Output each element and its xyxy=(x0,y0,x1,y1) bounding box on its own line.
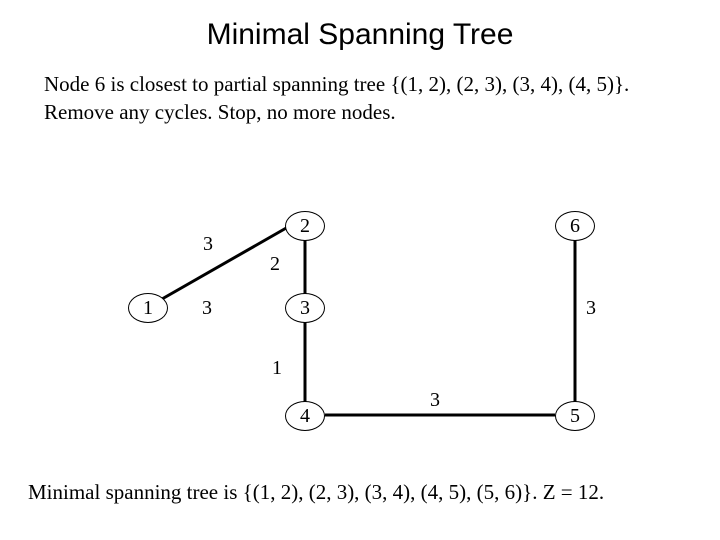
edge-weight-1-3: 3 xyxy=(202,297,212,320)
graph-node-4: 4 xyxy=(285,401,325,431)
edge-weight-5-6: 3 xyxy=(586,297,596,320)
edge-weight-4-5: 3 xyxy=(430,389,440,412)
edge-weight-2-3: 2 xyxy=(270,253,280,276)
graph-node-2: 2 xyxy=(285,211,325,241)
graph-node-6: 6 xyxy=(555,211,595,241)
graph-node-3: 3 xyxy=(285,293,325,323)
graph-canvas: 1 2 3 4 5 6 3 2 1 3 3 3 xyxy=(0,195,720,475)
description-text: Node 6 is closest to partial spanning tr… xyxy=(0,62,720,127)
graph-node-1: 1 xyxy=(128,293,168,323)
edge-weight-1-2: 3 xyxy=(203,233,213,256)
graph-edges xyxy=(0,195,720,475)
page-title: Minimal Spanning Tree xyxy=(0,0,720,62)
footer-text: Minimal spanning tree is {(1, 2), (2, 3)… xyxy=(0,480,720,505)
graph-node-5: 5 xyxy=(555,401,595,431)
edge-weight-3-4: 1 xyxy=(272,357,282,380)
